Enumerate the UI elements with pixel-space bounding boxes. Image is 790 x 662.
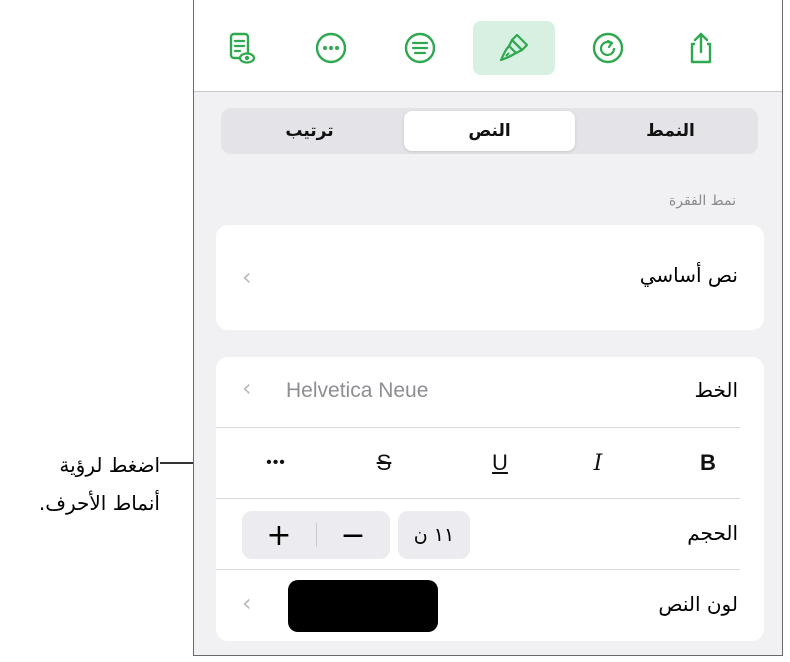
toolbar xyxy=(194,0,782,92)
list-icon xyxy=(404,32,436,64)
italic-button[interactable]: I xyxy=(568,428,628,498)
text-color-swatch[interactable] xyxy=(288,580,438,632)
size-label: الحجم xyxy=(687,521,738,545)
callout-line-2: أنماط الأحرف. xyxy=(38,491,160,515)
paintbrush-icon xyxy=(499,33,529,62)
text-color-row[interactable]: ‹ لون النص xyxy=(216,570,764,641)
more-text-options-button[interactable]: ••• xyxy=(246,428,306,498)
format-panel: النمط النص ترتيب نمط الفقرة ‹ نص أساسي ‹… xyxy=(193,0,783,656)
callout-line-1: اضغط لرؤية xyxy=(59,453,160,477)
text-color-label: لون النص xyxy=(658,592,738,616)
paragraph-style-value: نص أساسي xyxy=(639,263,738,287)
size-row: + − ١١ ن الحجم xyxy=(216,499,764,569)
tab-style[interactable]: النمط xyxy=(585,111,756,151)
redo-button[interactable] xyxy=(567,21,649,75)
increase-size-button[interactable]: + xyxy=(242,511,316,559)
more-button[interactable] xyxy=(290,21,372,75)
bold-button[interactable]: B xyxy=(678,428,738,498)
share-icon xyxy=(690,32,712,64)
underline-button[interactable]: U xyxy=(470,428,530,498)
chevron-left-icon: ‹ xyxy=(242,374,252,402)
strikethrough-button[interactable]: S xyxy=(354,428,414,498)
redo-icon xyxy=(592,32,624,64)
document-preview-button[interactable] xyxy=(200,21,282,75)
font-row[interactable]: ‹ Helvetica Neue الخط xyxy=(216,357,764,427)
font-size-value[interactable]: ١١ ن xyxy=(398,511,470,559)
font-style-row: B I U S ••• xyxy=(216,428,764,498)
tab-arrange[interactable]: ترتيب xyxy=(224,111,395,151)
font-card: ‹ Helvetica Neue الخط B I U S ••• + − ١١… xyxy=(216,357,764,641)
format-button[interactable] xyxy=(473,21,555,75)
more-icon xyxy=(315,32,347,64)
callout-text: اضغط لرؤية أنماط الأحرف. xyxy=(10,446,160,522)
document-preview-icon xyxy=(229,32,256,64)
paragraph-style-label: نمط الفقرة xyxy=(668,193,736,209)
size-stepper: + − xyxy=(242,511,390,559)
font-label: الخط xyxy=(694,378,738,402)
chevron-left-icon: ‹ xyxy=(242,263,252,291)
chevron-left-icon: ‹ xyxy=(242,589,252,617)
decrease-size-button[interactable]: − xyxy=(316,511,390,559)
paragraph-style-card[interactable]: ‹ نص أساسي xyxy=(216,225,764,330)
segmented-control: النمط النص ترتيب xyxy=(221,108,758,154)
share-button[interactable] xyxy=(660,21,742,75)
font-name: Helvetica Neue xyxy=(286,379,429,402)
tab-text[interactable]: النص xyxy=(404,111,575,151)
list-button[interactable] xyxy=(379,21,461,75)
